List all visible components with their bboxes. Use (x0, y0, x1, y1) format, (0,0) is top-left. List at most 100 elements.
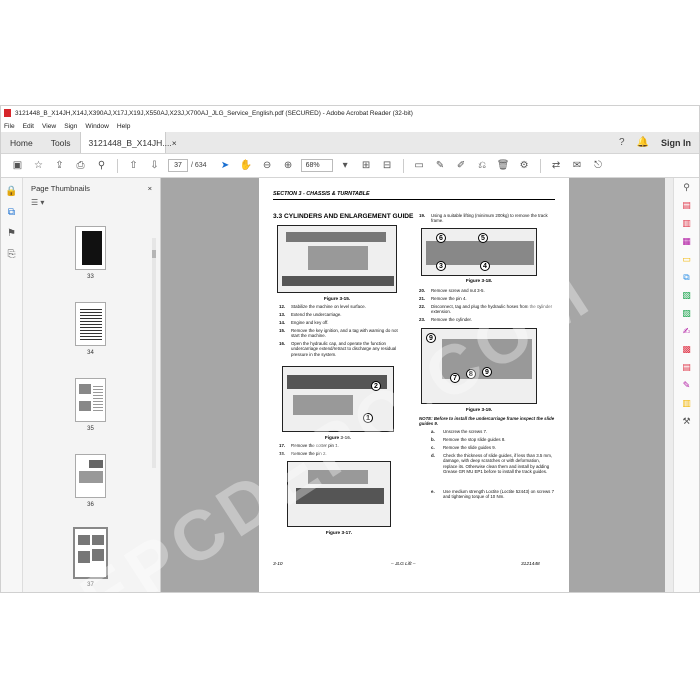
organize-pages-icon[interactable]: ▧ (682, 290, 691, 301)
zoom-search-icon[interactable]: ⚲ (683, 182, 690, 193)
thumbnail-page-33[interactable] (75, 226, 106, 270)
step-17: 17. Remove the cotter pin 1. (279, 443, 339, 448)
redact-icon[interactable]: ▤ (682, 362, 691, 373)
prepare-form-icon[interactable]: ✎ (683, 380, 691, 391)
step-19: 19. Using a suitable lifting (minimum 200… (419, 213, 548, 224)
figure-3-15-caption: Figure 3-15. (323, 296, 351, 301)
step-18: 18. Remove the pin 2. (279, 451, 327, 456)
next-page-icon[interactable]: ⇩ (144, 160, 165, 171)
callout-4: 4 (480, 261, 490, 271)
zoom-select[interactable]: 68% (300, 159, 333, 172)
figure-3-16-image: 2 1 (282, 366, 394, 432)
thumbnail-label-37: 37 (87, 582, 94, 588)
thumbnail-page-34[interactable] (75, 302, 106, 346)
hand-tool-icon[interactable]: ✋ (236, 160, 257, 171)
protect-icon[interactable]: ▩ (682, 344, 691, 355)
document-tab-label: 3121448_B_X14JH.... (88, 137, 172, 148)
export-pdf-icon[interactable]: ▤ (682, 200, 691, 211)
attachments-icon[interactable]: ⎘ (8, 249, 16, 260)
tab-home[interactable]: Home (1, 132, 42, 153)
zoom-in-icon[interactable]: ⊕ (278, 160, 299, 171)
more-tools-icon[interactable]: ⚙ (514, 160, 535, 171)
figure-3-19-caption: Figure 3-19. (465, 407, 493, 412)
step-20: 20. Remove screw and nut 3-5. (419, 288, 485, 293)
substep-e: e. Use medium strength Loctite (Loctite 5… (431, 489, 555, 500)
acrobat-window: 3121448_B_X14JH,X14J,X390AJ,X17J,X19J,X5… (0, 105, 700, 593)
thumbnail-page-36[interactable] (75, 454, 106, 498)
tab-document[interactable]: 3121448_B_X14JH.... × (79, 132, 177, 153)
thumbnail-page-35[interactable] (75, 378, 106, 422)
callout-6: 6 (436, 233, 446, 243)
thumbnail-label-35: 35 (87, 426, 94, 432)
thumbnail-options-icon[interactable]: ☰ ▾ (23, 198, 160, 212)
menu-file[interactable]: File (4, 123, 15, 130)
window-title: 3121448_B_X14JH,X14J,X390AJ,X17J,X19J,X5… (15, 109, 413, 117)
page-number-input[interactable]: 37 (168, 159, 188, 172)
comment-bubble-icon[interactable]: ✉ (567, 160, 588, 171)
total-pages: / 634 (191, 162, 207, 169)
fit-page-icon[interactable]: ⊞ (356, 160, 377, 171)
sign-in-button[interactable]: Sign In (661, 138, 691, 148)
notifications-icon[interactable]: 🔔 (637, 137, 649, 148)
upload-icon[interactable]: ⇪ (49, 160, 70, 171)
step-13: 13. Extend the undercarriage. (279, 312, 342, 317)
delete-icon[interactable]: 🗑 (493, 160, 514, 171)
stamp-icon[interactable]: ⎌ (472, 160, 493, 171)
thumbnails-title: Page Thumbnails (31, 183, 90, 193)
save-icon[interactable]: ▣ (7, 160, 28, 171)
comment-icon[interactable]: ▭ (409, 160, 430, 171)
bookmarks-icon[interactable]: ⚑ (7, 228, 16, 239)
share-icon[interactable]: ⇄ (546, 160, 567, 171)
close-panel-icon[interactable]: × (148, 184, 152, 193)
select-cursor-icon[interactable]: ➤ (215, 160, 236, 171)
thumbnail-scrollbar[interactable] (152, 238, 156, 468)
more-tools-icon-right[interactable]: ⚒ (682, 416, 690, 427)
title-bar: 3121448_B_X14JH,X14J,X390AJ,X17J,X19J,X5… (1, 106, 699, 120)
lock-icon[interactable]: 🔒 (5, 186, 17, 197)
step-14: 14. Engine and key off. (279, 320, 329, 325)
draw-icon[interactable]: ✐ (451, 160, 472, 171)
fill-sign-icon[interactable]: ✍ (683, 326, 691, 337)
thumbnail-label-36: 36 (87, 502, 94, 508)
step-23: 23. Remove the cylinder. (419, 317, 472, 322)
highlight-icon[interactable]: ✎ (430, 160, 451, 171)
menu-help[interactable]: Help (117, 123, 131, 130)
step-21: 21. Remove the pin 4. (419, 296, 467, 301)
scroll-mode-icon[interactable]: ⊟ (377, 160, 398, 171)
help-icon[interactable]: ? (619, 137, 625, 148)
substep-a: a. Unscrew the screws 7. (431, 429, 488, 434)
menu-sign[interactable]: Sign (64, 123, 77, 130)
menu-bar: File Edit View Sign Window Help (1, 120, 699, 132)
comment-tool-icon[interactable]: ▭ (682, 254, 691, 265)
prev-page-icon[interactable]: ⇧ (123, 160, 144, 171)
thumbnail-page-37[interactable] (73, 527, 108, 579)
callout-9: 9 (482, 367, 492, 377)
edit-pdf-icon[interactable]: ▦ (682, 236, 691, 247)
figure-3-18-caption: Figure 3-18. (465, 278, 493, 283)
search-icon[interactable]: ⚲ (91, 160, 112, 171)
tab-tools[interactable]: Tools (42, 132, 80, 153)
callout-8: 8 (466, 369, 476, 379)
footer-doc-number: 3121448 (521, 562, 540, 567)
toolbar: ▣ ☆ ⇪ ⎙ ⚲ ⇧ ⇩ 37 / 634 ➤ ✋ ⊖ ⊕ 68% ▾ ⊞ ⊟… (1, 154, 699, 178)
combine-files-icon[interactable]: ⧉ (683, 272, 689, 283)
send-review-icon[interactable]: ▥ (682, 398, 691, 409)
note-slide-guides: NOTE: Before to install the undercarriag… (419, 416, 555, 427)
zoom-dropdown-icon[interactable]: ▾ (335, 160, 356, 171)
step-15: 15. Remove the key ignition, and a tag wi… (279, 328, 398, 339)
document-scrollbar[interactable] (665, 178, 673, 592)
zoom-out-icon[interactable]: ⊖ (257, 160, 278, 171)
attach-icon[interactable]: ⎋ (588, 160, 609, 171)
print-icon[interactable]: ⎙ (70, 160, 91, 171)
menu-window[interactable]: Window (85, 123, 108, 130)
thumbnail-label-33: 33 (87, 274, 94, 280)
bookmark-star-icon[interactable]: ☆ (28, 160, 49, 171)
menu-edit[interactable]: Edit (23, 123, 34, 130)
document-viewer: SECTION 3 - CHASSIS & TURNTABLE 3.3 CYLI… (161, 178, 673, 592)
create-pdf-icon[interactable]: ▥ (682, 218, 691, 229)
scan-icon[interactable]: ▨ (682, 308, 691, 319)
step-16: 16. Open the hydraulic cap, and operate t… (279, 341, 397, 357)
thumbnails-icon[interactable]: ⧉ (8, 207, 15, 218)
menu-view[interactable]: View (42, 123, 56, 130)
step-12: 12. Stabilize the machine on level surfac… (279, 304, 366, 309)
